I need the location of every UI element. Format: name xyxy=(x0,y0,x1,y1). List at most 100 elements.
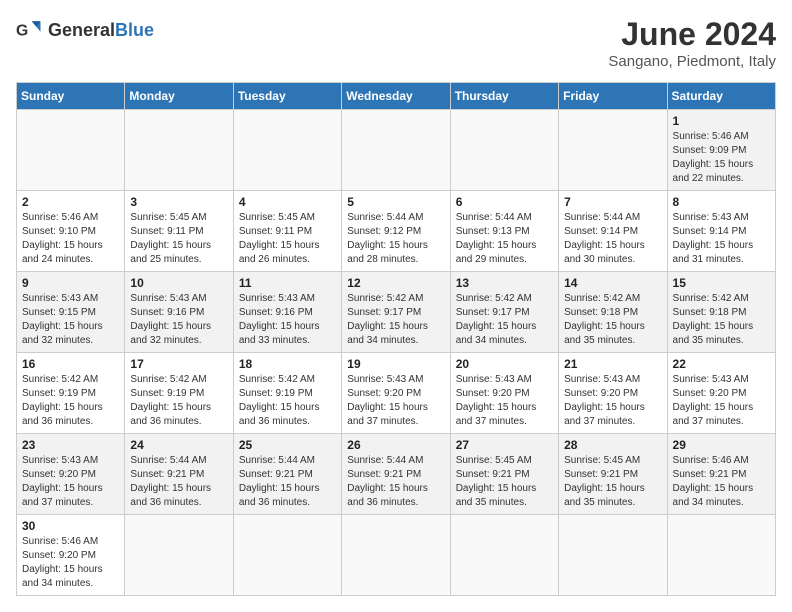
calendar-cell: 17 Sunrise: 5:42 AM Sunset: 9:19 PM Dayli… xyxy=(125,353,233,434)
calendar-cell xyxy=(125,110,233,191)
calendar-cell: 5 Sunrise: 5:44 AM Sunset: 9:12 PM Daylig… xyxy=(342,191,450,272)
calendar-week-row: 1 Sunrise: 5:46 AM Sunset: 9:09 PM Daylig… xyxy=(17,110,776,191)
weekday-header-tuesday: Tuesday xyxy=(233,83,341,110)
day-number: 24 xyxy=(130,438,227,452)
day-number: 9 xyxy=(22,276,119,290)
day-number: 28 xyxy=(564,438,661,452)
day-info: Sunrise: 5:42 AM Sunset: 9:19 PM Dayligh… xyxy=(22,373,119,429)
calendar-cell: 9 Sunrise: 5:43 AM Sunset: 9:15 PM Daylig… xyxy=(17,272,125,353)
day-number: 19 xyxy=(347,357,444,371)
calendar-cell: 24Sunrise: 5:44 AM Sunset: 9:21 PM Dayli… xyxy=(125,434,233,515)
day-number: 29 xyxy=(673,438,770,452)
day-number: 18 xyxy=(239,357,336,371)
day-info: Sunrise: 5:45 AM Sunset: 9:21 PM Dayligh… xyxy=(564,454,661,510)
calendar-cell xyxy=(233,110,341,191)
day-info: Sunrise: 5:46 AM Sunset: 9:09 PM Dayligh… xyxy=(673,130,770,186)
day-number: 17 xyxy=(130,357,227,371)
calendar-cell xyxy=(559,110,667,191)
calendar-cell: 20 Sunrise: 5:43 AM Sunset: 9:20 PM Dayli… xyxy=(450,353,558,434)
day-info: Sunrise: 5:44 AM Sunset: 9:21 PM Dayligh… xyxy=(239,454,336,510)
calendar-cell: 21Sunrise: 5:43 AM Sunset: 9:20 PM Dayli… xyxy=(559,353,667,434)
svg-text:G: G xyxy=(16,22,28,39)
day-number: 12 xyxy=(347,276,444,290)
day-number: 11 xyxy=(239,276,336,290)
calendar-body: 1 Sunrise: 5:46 AM Sunset: 9:09 PM Daylig… xyxy=(17,110,776,596)
weekday-header-wednesday: Wednesday xyxy=(342,83,450,110)
day-number: 2 xyxy=(22,195,119,209)
calendar-cell: 1 Sunrise: 5:46 AM Sunset: 9:09 PM Daylig… xyxy=(667,110,775,191)
day-number: 3 xyxy=(130,195,227,209)
calendar-cell: 26Sunrise: 5:44 AM Sunset: 9:21 PM Dayli… xyxy=(342,434,450,515)
day-number: 27 xyxy=(456,438,553,452)
logo-icon: G xyxy=(16,16,44,44)
calendar-cell: 15Sunrise: 5:42 AM Sunset: 9:18 PM Dayli… xyxy=(667,272,775,353)
calendar-cell xyxy=(233,515,341,596)
day-info: Sunrise: 5:43 AM Sunset: 9:20 PM Dayligh… xyxy=(564,373,661,429)
calendar-cell xyxy=(450,515,558,596)
calendar-cell: 23Sunrise: 5:43 AM Sunset: 9:20 PM Dayli… xyxy=(17,434,125,515)
day-info: Sunrise: 5:44 AM Sunset: 9:14 PM Dayligh… xyxy=(564,211,661,267)
page-header: G GeneralBlue June 2024 Sangano, Piedmon… xyxy=(16,16,776,70)
logo-text: GeneralBlue xyxy=(48,20,154,41)
weekday-header-monday: Monday xyxy=(125,83,233,110)
day-number: 14 xyxy=(564,276,661,290)
calendar-header: SundayMondayTuesdayWednesdayThursdayFrid… xyxy=(17,83,776,110)
day-info: Sunrise: 5:43 AM Sunset: 9:14 PM Dayligh… xyxy=(673,211,770,267)
calendar-cell xyxy=(342,515,450,596)
day-info: Sunrise: 5:43 AM Sunset: 9:20 PM Dayligh… xyxy=(347,373,444,429)
day-info: Sunrise: 5:42 AM Sunset: 9:18 PM Dayligh… xyxy=(673,292,770,348)
day-info: Sunrise: 5:43 AM Sunset: 9:15 PM Dayligh… xyxy=(22,292,119,348)
location-subtitle: Sangano, Piedmont, Italy xyxy=(608,53,776,70)
day-number: 22 xyxy=(673,357,770,371)
calendar-cell: 16 Sunrise: 5:42 AM Sunset: 9:19 PM Dayli… xyxy=(17,353,125,434)
calendar-cell: 28 Sunrise: 5:45 AM Sunset: 9:21 PM Dayli… xyxy=(559,434,667,515)
calendar-cell xyxy=(125,515,233,596)
weekday-header-friday: Friday xyxy=(559,83,667,110)
calendar-cell: 7 Sunrise: 5:44 AM Sunset: 9:14 PM Daylig… xyxy=(559,191,667,272)
day-info: Sunrise: 5:43 AM Sunset: 9:20 PM Dayligh… xyxy=(673,373,770,429)
calendar-cell: 22 Sunrise: 5:43 AM Sunset: 9:20 PM Dayli… xyxy=(667,353,775,434)
day-number: 20 xyxy=(456,357,553,371)
calendar-cell: 10 Sunrise: 5:43 AM Sunset: 9:16 PM Dayli… xyxy=(125,272,233,353)
calendar-cell xyxy=(667,515,775,596)
calendar-cell: 4Sunrise: 5:45 AM Sunset: 9:11 PM Daylig… xyxy=(233,191,341,272)
day-info: Sunrise: 5:46 AM Sunset: 9:20 PM Dayligh… xyxy=(22,535,119,591)
calendar-week-row: 23Sunrise: 5:43 AM Sunset: 9:20 PM Dayli… xyxy=(17,434,776,515)
calendar-week-row: 9 Sunrise: 5:43 AM Sunset: 9:15 PM Daylig… xyxy=(17,272,776,353)
calendar-week-row: 30Sunrise: 5:46 AM Sunset: 9:20 PM Dayli… xyxy=(17,515,776,596)
day-info: Sunrise: 5:45 AM Sunset: 9:11 PM Dayligh… xyxy=(130,211,227,267)
day-info: Sunrise: 5:42 AM Sunset: 9:19 PM Dayligh… xyxy=(130,373,227,429)
day-number: 8 xyxy=(673,195,770,209)
day-number: 5 xyxy=(347,195,444,209)
day-number: 1 xyxy=(673,114,770,128)
calendar-cell: 25 Sunrise: 5:44 AM Sunset: 9:21 PM Dayli… xyxy=(233,434,341,515)
day-info: Sunrise: 5:42 AM Sunset: 9:19 PM Dayligh… xyxy=(239,373,336,429)
calendar-cell xyxy=(17,110,125,191)
calendar-cell: 18 Sunrise: 5:42 AM Sunset: 9:19 PM Dayli… xyxy=(233,353,341,434)
title-block: June 2024 Sangano, Piedmont, Italy xyxy=(608,16,776,70)
calendar-cell: 8 Sunrise: 5:43 AM Sunset: 9:14 PM Daylig… xyxy=(667,191,775,272)
day-number: 25 xyxy=(239,438,336,452)
day-info: Sunrise: 5:43 AM Sunset: 9:20 PM Dayligh… xyxy=(456,373,553,429)
day-number: 7 xyxy=(564,195,661,209)
calendar-week-row: 2Sunrise: 5:46 AM Sunset: 9:10 PM Daylig… xyxy=(17,191,776,272)
logo: G GeneralBlue xyxy=(16,16,154,44)
day-info: Sunrise: 5:43 AM Sunset: 9:20 PM Dayligh… xyxy=(22,454,119,510)
calendar-cell: 11Sunrise: 5:43 AM Sunset: 9:16 PM Dayli… xyxy=(233,272,341,353)
day-number: 4 xyxy=(239,195,336,209)
calendar-cell: 29Sunrise: 5:46 AM Sunset: 9:21 PM Dayli… xyxy=(667,434,775,515)
calendar-cell: 12Sunrise: 5:42 AM Sunset: 9:17 PM Dayli… xyxy=(342,272,450,353)
calendar-cell xyxy=(450,110,558,191)
day-info: Sunrise: 5:44 AM Sunset: 9:12 PM Dayligh… xyxy=(347,211,444,267)
day-info: Sunrise: 5:43 AM Sunset: 9:16 PM Dayligh… xyxy=(130,292,227,348)
calendar-week-row: 16 Sunrise: 5:42 AM Sunset: 9:19 PM Dayli… xyxy=(17,353,776,434)
weekday-header-thursday: Thursday xyxy=(450,83,558,110)
calendar-cell: 19 Sunrise: 5:43 AM Sunset: 9:20 PM Dayli… xyxy=(342,353,450,434)
calendar-cell: 30Sunrise: 5:46 AM Sunset: 9:20 PM Dayli… xyxy=(17,515,125,596)
day-number: 13 xyxy=(456,276,553,290)
day-number: 16 xyxy=(22,357,119,371)
day-number: 6 xyxy=(456,195,553,209)
day-number: 10 xyxy=(130,276,227,290)
calendar-cell xyxy=(559,515,667,596)
weekday-header-row: SundayMondayTuesdayWednesdayThursdayFrid… xyxy=(17,83,776,110)
